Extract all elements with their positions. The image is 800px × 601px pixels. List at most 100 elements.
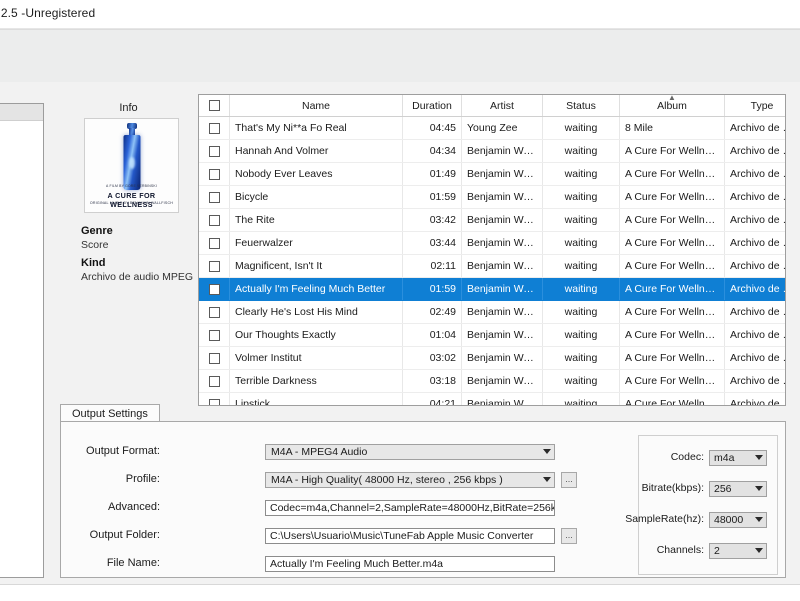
song-type-cell: Archivo de au... <box>725 140 787 163</box>
table-row[interactable]: That's My Ni**a Fo Real04:45Young Zeewai… <box>199 117 786 140</box>
table-row[interactable]: Our Thoughts Exactly01:04Benjamin Wallf.… <box>199 324 786 347</box>
song-list[interactable]: Name Duration Artist Status ▲ Album Type… <box>198 94 786 406</box>
song-album-cell: A Cure For Wellness ... <box>620 163 725 186</box>
song-name-cell: Nobody Ever Leaves <box>230 163 403 186</box>
album-art-title: A CURE FOR WELLNESS <box>85 191 178 209</box>
song-type-cell: Archivo de au... <box>725 232 787 255</box>
row-checkbox-cell[interactable] <box>199 255 230 278</box>
chevron-down-icon <box>543 449 551 454</box>
table-row[interactable]: Clearly He's Lost His Mind02:49Benjamin … <box>199 301 786 324</box>
row-checkbox-cell[interactable] <box>199 370 230 393</box>
row-checkbox[interactable] <box>209 284 220 295</box>
song-artist-cell: Benjamin Wallf... <box>462 232 543 255</box>
row-checkbox[interactable] <box>209 192 220 203</box>
profile-select[interactable]: M4A - High Quality( 48000 Hz, stereo , 2… <box>265 472 555 488</box>
profile-label: Profile: <box>126 473 160 485</box>
bitrate-label: Bitrate(kbps): <box>642 482 704 494</box>
song-album-cell: 8 Mile <box>620 117 725 140</box>
row-checkbox[interactable] <box>209 307 220 318</box>
advanced-row: Advanced: Codec=m4a,Channel=2,SampleRate… <box>61 500 621 516</box>
song-duration-cell: 01:59 <box>403 278 462 301</box>
song-artist-cell: Young Zee <box>462 117 543 140</box>
info-kind-key: Kind <box>81 257 201 269</box>
left-sidebar-panel[interactable] <box>0 103 44 578</box>
output-format-value: M4A - MPEG4 Audio <box>271 446 367 458</box>
row-checkbox[interactable] <box>209 169 220 180</box>
info-genre-key: Genre <box>81 225 201 237</box>
row-checkbox[interactable] <box>209 123 220 134</box>
row-checkbox[interactable] <box>209 376 220 387</box>
song-type-cell: Archivo de au... <box>725 347 787 370</box>
row-checkbox-cell[interactable] <box>199 186 230 209</box>
file-name-label: File Name: <box>107 557 160 569</box>
header-row: Name Duration Artist Status ▲ Album Type… <box>199 95 786 117</box>
table-row[interactable]: Terrible Darkness03:18Benjamin Wallf...w… <box>199 370 786 393</box>
codec-row: Codec: m4a <box>639 450 779 466</box>
title-bar: erter 2.2.5 -Unregistered <box>0 0 800 29</box>
song-status-cell: waiting <box>543 209 620 232</box>
row-checkbox[interactable] <box>209 146 220 157</box>
row-checkbox[interactable] <box>209 330 220 341</box>
song-status-cell: waiting <box>543 347 620 370</box>
row-checkbox-cell[interactable] <box>199 117 230 140</box>
select-all-checkbox[interactable] <box>209 100 220 111</box>
bitrate-select[interactable]: 256 <box>709 481 767 497</box>
output-format-select[interactable]: M4A - MPEG4 Audio <box>265 444 555 460</box>
song-album-cell: A Cure For Wellness ... <box>620 301 725 324</box>
row-checkbox-cell[interactable] <box>199 324 230 347</box>
table-row[interactable]: The Rite03:42Benjamin Wallf...waitingA C… <box>199 209 786 232</box>
app-window: erter 2.2.5 -Unregistered t Search Song … <box>0 0 800 600</box>
samplerate-value: 48000 <box>714 514 743 526</box>
column-header-artist[interactable]: Artist <box>462 95 543 117</box>
info-genre-value: Score <box>81 239 201 251</box>
browse-folder-button[interactable]: ... <box>561 528 577 544</box>
row-checkbox-cell[interactable] <box>199 278 230 301</box>
album-art-credit-top: A FILM BY GORE VERBINSKI <box>85 184 178 188</box>
output-folder-row: Output Folder: C:\Users\Usuario\Music\Tu… <box>61 528 621 544</box>
row-checkbox[interactable] <box>209 238 220 249</box>
song-table-body: That's My Ni**a Fo Real04:45Young Zeewai… <box>199 117 786 407</box>
table-row[interactable]: Volmer Institut03:02Benjamin Wallf...wai… <box>199 347 786 370</box>
row-checkbox-cell[interactable] <box>199 209 230 232</box>
song-name-cell: Clearly He's Lost His Mind <box>230 301 403 324</box>
select-all-header[interactable] <box>199 95 230 117</box>
table-row[interactable]: Hannah And Volmer04:34Benjamin Wallf...w… <box>199 140 786 163</box>
table-row[interactable]: Nobody Ever Leaves01:49Benjamin Wallf...… <box>199 163 786 186</box>
tab-output-settings[interactable]: Output Settings <box>60 404 160 422</box>
table-row[interactable]: Feuerwalzer03:44Benjamin Wallf...waiting… <box>199 232 786 255</box>
file-name-field[interactable]: Actually I'm Feeling Much Better.m4a <box>265 556 555 572</box>
output-folder-label: Output Folder: <box>90 529 160 541</box>
song-table-header: Name Duration Artist Status ▲ Album Type… <box>199 95 786 117</box>
left-sidebar-header <box>0 104 43 121</box>
song-type-cell: Archivo de au... <box>725 186 787 209</box>
column-header-album[interactable]: ▲ Album <box>620 95 725 117</box>
column-header-name[interactable]: Name <box>230 95 403 117</box>
samplerate-select[interactable]: 48000 <box>709 512 767 528</box>
table-row[interactable]: Magnificent, Isn't It02:11Benjamin Wallf… <box>199 255 786 278</box>
row-checkbox-cell[interactable] <box>199 163 230 186</box>
song-duration-cell: 04:45 <box>403 117 462 140</box>
advanced-field[interactable]: Codec=m4a,Channel=2,SampleRate=48000Hz,B… <box>265 500 555 516</box>
table-row[interactable]: Actually I'm Feeling Much Better01:59Ben… <box>199 278 786 301</box>
row-checkbox[interactable] <box>209 353 220 364</box>
column-header-duration[interactable]: Duration <box>403 95 462 117</box>
table-row[interactable]: Bicycle01:59Benjamin Wallf...waitingA Cu… <box>199 186 786 209</box>
bottom-strip <box>0 584 800 601</box>
row-checkbox[interactable] <box>209 215 220 226</box>
profile-edit-button[interactable]: ... <box>561 472 577 488</box>
channels-select[interactable]: 2 <box>709 543 767 559</box>
column-header-status[interactable]: Status <box>543 95 620 117</box>
song-name-cell: The Rite <box>230 209 403 232</box>
row-checkbox-cell[interactable] <box>199 347 230 370</box>
row-checkbox-cell[interactable] <box>199 301 230 324</box>
codec-select[interactable]: m4a <box>709 450 767 466</box>
row-checkbox[interactable] <box>209 261 220 272</box>
row-checkbox-cell[interactable] <box>199 140 230 163</box>
column-header-type[interactable]: Type <box>725 95 787 117</box>
song-artist-cell: Benjamin Wallf... <box>462 163 543 186</box>
chevron-down-icon <box>543 477 551 482</box>
row-checkbox-cell[interactable] <box>199 232 230 255</box>
song-status-cell: waiting <box>543 140 620 163</box>
output-folder-field[interactable]: C:\Users\Usuario\Music\TuneFab Apple Mus… <box>265 528 555 544</box>
song-duration-cell: 01:59 <box>403 186 462 209</box>
